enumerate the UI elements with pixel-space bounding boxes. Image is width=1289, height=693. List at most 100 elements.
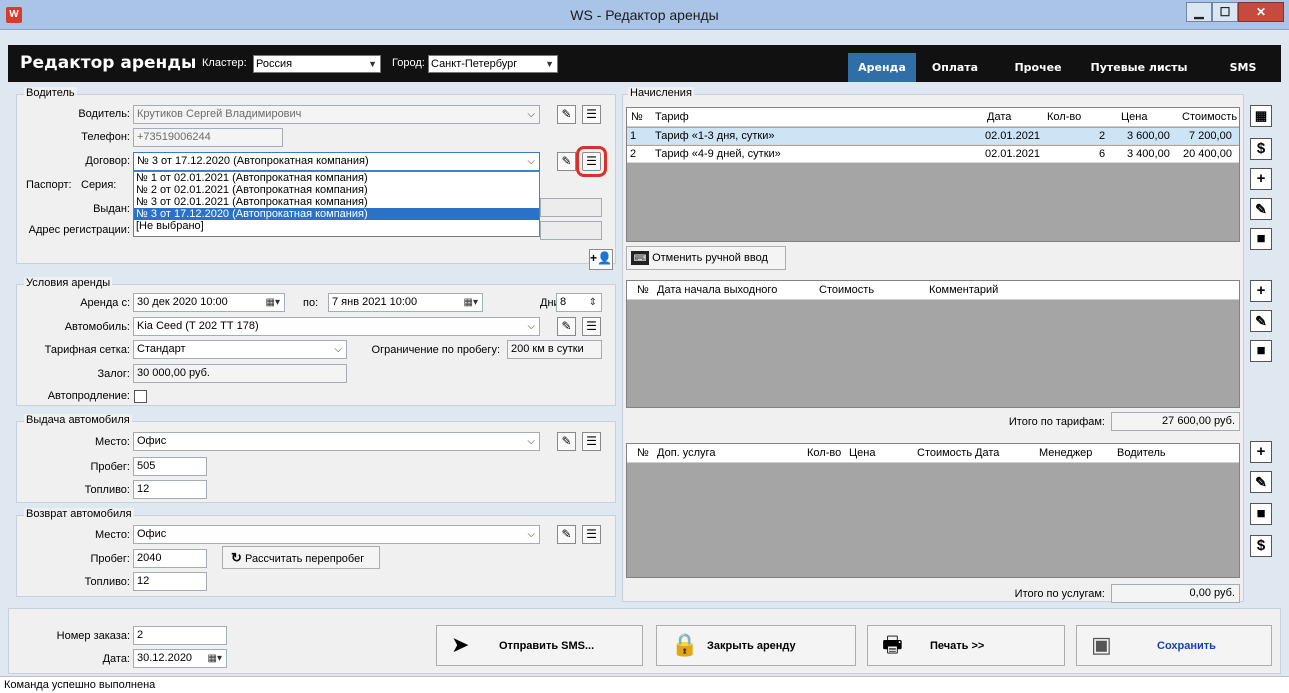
add-charge-button[interactable]: +	[1250, 168, 1272, 190]
driver-value: Крутиков Сергей Владимирович	[137, 108, 302, 120]
service-pay-button[interactable]: $	[1250, 535, 1272, 557]
contract-list-button[interactable]: ☰	[576, 146, 607, 177]
days-spinner[interactable]: 8 ⇕	[556, 293, 602, 312]
weekends-grid[interactable]: № Дата начала выходного Стоимость Коммен…	[626, 280, 1240, 408]
trash-icon: ■	[1256, 230, 1266, 247]
close-button[interactable]: ✕	[1238, 2, 1284, 22]
city-select[interactable]: Санкт-Петербург ▼	[428, 55, 558, 73]
contract-option[interactable]: № 1 от 02.01.2021 (Автопрокатная компани…	[134, 172, 539, 184]
tab-payment[interactable]: Оплата	[918, 53, 992, 82]
recalc-mileage-button[interactable]: ↻ Рассчитать перепробег	[222, 546, 380, 569]
print-button[interactable]: 🖶 Печать >>	[867, 625, 1065, 666]
edit-contract-button[interactable]: ✎	[557, 152, 576, 171]
contract-option-selected[interactable]: № 3 от 17.12.2020 (Автопрокатная компани…	[134, 208, 539, 220]
issue-group-title: Выдача автомобиля	[24, 414, 132, 426]
services-grid-header: № Доп. услуга Кол-во Цена Стоимость Дата…	[627, 444, 1239, 463]
weekends-grid-header: № Дата начала выходного Стоимость Коммен…	[627, 281, 1239, 300]
issue-place-select[interactable]: Офис ⌵	[133, 432, 540, 451]
col-header: Доп. услуга	[657, 447, 716, 459]
return-place-select[interactable]: Офис ⌵	[133, 525, 540, 544]
order-date-picker[interactable]: 30.12.2020 ▦▾	[133, 649, 227, 668]
save-label: Сохранить	[1157, 640, 1216, 652]
deposit-field[interactable]: 30 000,00 руб.	[133, 364, 347, 383]
delete-charge-button[interactable]: ■	[1250, 228, 1272, 250]
table-row[interactable]: 2 Тариф «4-9 дней, сутки» 02.01.2021 6 3…	[627, 146, 1239, 163]
cell: 2	[1099, 130, 1106, 142]
printer-icon: 🖶	[882, 632, 903, 657]
charges-group-title: Начисления	[628, 87, 694, 99]
contract-option[interactable]: [Не выбрано]	[134, 220, 539, 232]
tab-rent[interactable]: Аренда	[848, 53, 916, 82]
issue-fuel-field[interactable]: 12	[133, 480, 207, 499]
delete-service-button[interactable]: ■	[1250, 503, 1272, 525]
edit-weekend-button[interactable]: ✎	[1250, 310, 1272, 332]
charges-pay-button[interactable]: $	[1250, 138, 1272, 160]
grid-settings-button[interactable]: ▦	[1250, 105, 1272, 127]
driver-list-button[interactable]: ☰	[582, 105, 601, 124]
tariff-label: Тарифная сетка:	[44, 344, 130, 356]
cluster-value: Россия	[256, 58, 293, 70]
tab-other[interactable]: Прочее	[998, 53, 1078, 82]
save-button[interactable]: ▣ Сохранить	[1076, 625, 1272, 666]
col-header: Кол-во	[1047, 111, 1082, 123]
rent-to-picker[interactable]: 7 янв 2021 10:00 ▦▾	[328, 293, 483, 312]
print-label: Печать >>	[930, 640, 985, 652]
return-place-list-button[interactable]: ☰	[582, 525, 601, 544]
add-weekend-button[interactable]: +	[1250, 280, 1272, 302]
order-number-field[interactable]: 2	[133, 626, 227, 645]
issue-mileage-field[interactable]: 505	[133, 457, 207, 476]
address-field[interactable]	[540, 221, 602, 240]
rent-from-picker[interactable]: 30 дек 2020 10:00 ▦▾	[133, 293, 285, 312]
edit-service-button[interactable]: ✎	[1250, 471, 1272, 493]
edit-charge-button[interactable]: ✎	[1250, 198, 1272, 220]
chevron-down-icon: ⌵	[527, 156, 535, 167]
return-fuel-field[interactable]: 12	[133, 572, 207, 591]
edit-return-place-button[interactable]: ✎	[557, 525, 576, 544]
autorenew-checkbox[interactable]	[134, 390, 147, 403]
edit-driver-button[interactable]: ✎	[557, 105, 576, 124]
tab-waybills[interactable]: Путевые листы	[1084, 53, 1194, 82]
spinner-icon: ⇕	[588, 297, 597, 308]
driver-select[interactable]: Крутиков Сергей Владимирович ⌵	[133, 105, 540, 124]
car-select[interactable]: Kia Ceed (Т 202 ТТ 178) ⌵	[133, 317, 540, 336]
rent-from-label: Аренда с:	[80, 297, 130, 309]
delete-weekend-button[interactable]: ■	[1250, 340, 1272, 362]
list-icon: ☰	[586, 527, 597, 541]
cluster-select[interactable]: Россия ▼	[253, 55, 381, 73]
issued-field[interactable]	[540, 198, 602, 217]
contract-dropdown[interactable]: № 1 от 02.01.2021 (Автопрокатная компани…	[133, 171, 540, 237]
add-service-button[interactable]: +	[1250, 441, 1272, 463]
table-row[interactable]: 1 Тариф «1-3 дня, сутки» 02.01.2021 2 3 …	[627, 128, 1239, 145]
cell: 02.01.2021	[985, 130, 1041, 142]
plus-icon: +	[1256, 282, 1266, 299]
col-header: Дата начала выходного	[657, 284, 778, 296]
close-rent-button[interactable]: 🔒 Закрыть аренду	[656, 625, 856, 666]
cancel-manual-input-button[interactable]: ⌨ Отменить ручной ввод	[626, 246, 786, 270]
contract-option[interactable]: № 2 от 02.01.2021 (Автопрокатная компани…	[134, 184, 539, 196]
tariff-select[interactable]: Стандарт ⌵	[133, 340, 347, 359]
edit-issue-place-button[interactable]: ✎	[557, 432, 576, 451]
edit-car-button[interactable]: ✎	[557, 317, 576, 336]
cell: 1	[630, 130, 637, 142]
cell: Тариф «1-3 дня, сутки»	[655, 130, 775, 142]
send-sms-button[interactable]: ➤ Отправить SMS...	[436, 625, 643, 666]
issue-place-list-button[interactable]: ☰	[582, 432, 601, 451]
add-driver-button[interactable]: +👤	[589, 249, 613, 270]
plus-icon: +	[1256, 443, 1266, 460]
mileage-limit-field[interactable]: 200 км в сутки	[507, 340, 602, 359]
services-grid[interactable]: № Доп. услуга Кол-во Цена Стоимость Дата…	[626, 443, 1240, 578]
charges-grid[interactable]: № Тариф Дата Кол-во Цена Стоимость 1 Тар…	[626, 107, 1240, 242]
col-header: №	[637, 447, 649, 459]
cluster-label: Кластер:	[202, 57, 247, 69]
minimize-button[interactable]: ▁	[1186, 2, 1212, 22]
chevron-down-icon: ▼	[368, 59, 377, 69]
tab-sms[interactable]: SMS	[1218, 53, 1268, 82]
car-list-button[interactable]: ☰	[582, 317, 601, 336]
cell: 2	[630, 148, 637, 160]
contract-select[interactable]: № 3 от 17.12.2020 (Автопрокатная компани…	[133, 152, 540, 171]
return-mileage-field[interactable]: 2040	[133, 549, 207, 568]
phone-field[interactable]: +73519006244	[133, 128, 283, 147]
contract-option[interactable]: № 3 от 02.01.2021 (Автопрокатная компани…	[134, 196, 539, 208]
maximize-button[interactable]: ☐	[1212, 2, 1238, 22]
phone-label: Телефон:	[81, 131, 130, 143]
